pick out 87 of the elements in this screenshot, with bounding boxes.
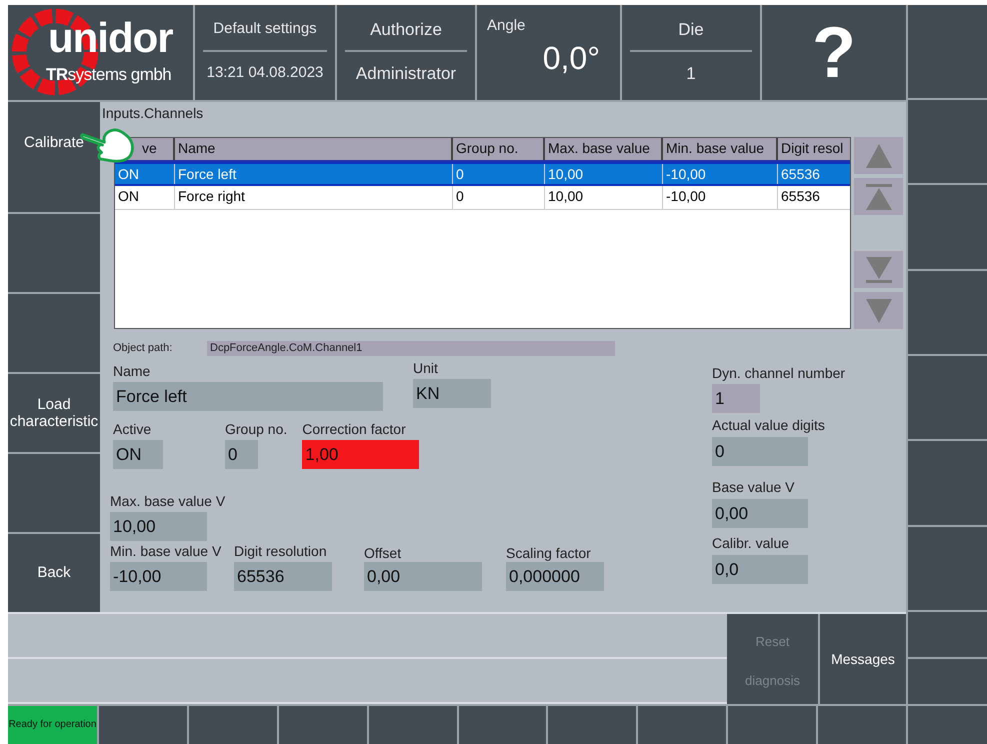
- side-button[interactable]: [8, 454, 100, 534]
- table-cell: -10,00: [663, 164, 778, 184]
- value-field[interactable]: 10,00: [110, 512, 207, 541]
- value-field[interactable]: 0,00: [364, 562, 482, 591]
- field-label: Max. base value V: [110, 493, 226, 511]
- value-field[interactable]: 0,00: [712, 499, 808, 528]
- function-key[interactable]: [366, 706, 457, 744]
- function-key[interactable]: [456, 706, 546, 744]
- die-label: Die: [630, 20, 752, 52]
- authorize-button[interactable]: Authorize: [345, 20, 467, 52]
- table-row[interactable]: ON Force right 0 10,00 -10,00 65536: [115, 186, 850, 210]
- value-field[interactable]: 1,00: [302, 440, 420, 469]
- field-label: Dyn. channel number: [712, 365, 846, 383]
- table-cell: ON: [115, 164, 175, 184]
- angle-value: 0,0°: [542, 40, 600, 77]
- value-field[interactable]: 1: [712, 384, 760, 413]
- field-label: Actual value digits: [712, 417, 826, 435]
- object-path-label: Object path:: [113, 342, 174, 354]
- table-cell-text: 65536: [780, 165, 821, 184]
- column-header[interactable]: Max. base value: [545, 138, 663, 160]
- top-arrow-icon: [864, 182, 894, 212]
- user-name: Administrator: [356, 64, 456, 84]
- value-field[interactable]: 0,0: [712, 555, 808, 584]
- field-label: Min. base value V: [110, 543, 222, 561]
- table-row[interactable]: ON Force left 0 10,00 -10,00 65536: [115, 162, 850, 186]
- side-button[interactable]: Calibrate: [8, 102, 100, 214]
- function-key[interactable]: [908, 270, 987, 356]
- function-key[interactable]: [186, 706, 277, 744]
- value-field[interactable]: -10,00: [110, 562, 207, 591]
- value-field[interactable]: 0: [712, 437, 808, 466]
- help-button[interactable]: ?: [762, 5, 906, 100]
- side-button[interactable]: [8, 214, 100, 294]
- table-cell: Force right: [175, 186, 453, 209]
- column-header[interactable]: Group no.: [453, 138, 545, 160]
- table-cell: -10,00: [663, 186, 778, 209]
- function-key[interactable]: [908, 185, 987, 271]
- function-key[interactable]: [276, 706, 367, 744]
- value-field[interactable]: Force left: [113, 382, 383, 411]
- field-label: Offset: [364, 545, 402, 562]
- table-cell: 10,00: [545, 186, 663, 209]
- field-label: Name: [113, 363, 152, 381]
- settings-button[interactable]: Default settings: [203, 20, 327, 52]
- side-button[interactable]: Load characteristic: [8, 374, 100, 454]
- status-indicator: Ready for operation: [8, 706, 97, 744]
- table-cell: Force left: [175, 164, 453, 184]
- function-key[interactable]: [906, 5, 987, 100]
- function-key[interactable]: [906, 704, 987, 744]
- column-header[interactable]: Min. base value: [663, 138, 778, 160]
- function-key[interactable]: [726, 706, 816, 744]
- function-key[interactable]: [97, 706, 187, 744]
- die-value: 1: [686, 64, 696, 84]
- value-field[interactable]: KN: [413, 379, 491, 408]
- table-cell: 0: [453, 186, 545, 209]
- value-field[interactable]: ON: [113, 440, 163, 469]
- field-label: Active: [113, 421, 152, 439]
- function-key[interactable]: [908, 612, 987, 659]
- column-header[interactable]: Digit resol: [778, 138, 850, 160]
- field-label: Digit resolution: [234, 543, 328, 561]
- field-label: Base value V: [712, 479, 796, 497]
- side-button[interactable]: [8, 294, 100, 374]
- column-header[interactable]: Name: [175, 138, 453, 160]
- function-key[interactable]: [546, 706, 636, 744]
- table-cell: 0: [453, 164, 545, 184]
- function-key[interactable]: [816, 706, 906, 744]
- object-path-field: DcpForceAngle.CoM.Channel1: [207, 340, 615, 356]
- value-field[interactable]: 65536: [234, 562, 332, 591]
- function-key[interactable]: [908, 441, 987, 527]
- function-key[interactable]: [908, 100, 987, 186]
- field-label: Scaling factor: [506, 545, 592, 562]
- panel-title: Inputs.Channels: [101, 104, 204, 123]
- table-cell: ON: [115, 186, 175, 209]
- function-key[interactable]: [908, 526, 987, 612]
- table-cell-text: 65536: [780, 187, 821, 206]
- angle-label: Angle: [487, 17, 526, 34]
- field-label: Unit: [413, 360, 439, 378]
- field-label: Group no.: [225, 421, 288, 439]
- table-cell: 10,00: [545, 164, 663, 184]
- value-field[interactable]: 0,000000: [506, 562, 604, 591]
- function-key[interactable]: [636, 706, 726, 744]
- function-key[interactable]: [908, 356, 987, 442]
- field-label: Calibr. value: [712, 535, 790, 553]
- date-time: 13:21 04.08.2023: [206, 64, 324, 81]
- messages-button[interactable]: Messages: [818, 614, 906, 704]
- value-field[interactable]: 0: [225, 440, 258, 469]
- side-button[interactable]: Back: [8, 534, 100, 612]
- field-label: Correction factor: [302, 421, 407, 439]
- bottom-arrow-icon: [864, 254, 894, 284]
